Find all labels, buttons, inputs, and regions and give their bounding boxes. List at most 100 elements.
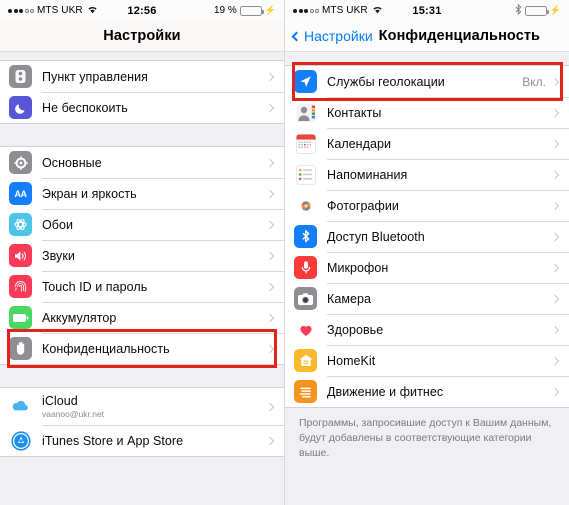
list-group: Пункт управления Не беспокоить [0, 60, 284, 124]
battery-icon: ⚡ [524, 5, 561, 16]
row-text: Аккумулятор [42, 311, 267, 325]
row-label: Движение и фитнес [327, 384, 444, 399]
row-text: Экран и яркость [42, 187, 267, 201]
back-button[interactable]: Настройки [291, 28, 373, 44]
chevron-right-icon [550, 356, 560, 365]
row-text: Календари [327, 137, 552, 151]
motion-fitness-icon [294, 380, 317, 403]
list-item[interactable]: Фотографии [285, 190, 569, 221]
row-text: Микрофон [327, 261, 552, 275]
row-text: Звуки [42, 249, 267, 263]
row-label: Не беспокоить [42, 100, 128, 115]
bluetooth-icon [515, 3, 522, 18]
row-label: iTunes Store и App Store [42, 433, 184, 448]
microphone-icon [294, 256, 317, 279]
list-item[interactable]: Пункт управления [0, 61, 284, 92]
chevron-right-icon [265, 220, 275, 229]
list-item[interactable]: Основные [0, 147, 284, 178]
row-sublabel: vaanoo@ukr.net [42, 409, 105, 419]
row-text: Не беспокоить [42, 101, 267, 115]
chevron-right-icon [550, 325, 560, 334]
list-item[interactable]: Не беспокоить [0, 92, 284, 123]
chevron-right-icon [265, 436, 275, 445]
chevron-right-icon [550, 170, 560, 179]
fingerprint-icon [9, 275, 32, 298]
list-item[interactable]: Доступ Bluetooth [285, 221, 569, 252]
row-value: Вкл. [522, 74, 546, 89]
right-status-right: ⚡ [515, 3, 561, 18]
list-item[interactable]: AA Экран и яркость [0, 178, 284, 209]
list-group-gap [0, 124, 284, 146]
row-text: Напоминания [327, 168, 552, 182]
row-text: Контакты [327, 106, 552, 120]
row-label: Контакты [327, 105, 382, 120]
page-title: Настройки [103, 28, 181, 44]
calendar-icon [294, 132, 317, 155]
list-item[interactable]: Микрофон [285, 252, 569, 283]
row-text: Службы геолокации [327, 75, 522, 89]
row-text: Камера [327, 292, 552, 306]
homekit-house-icon [294, 349, 317, 372]
battery-icon [9, 306, 32, 329]
left-status-bar: MTS UKR 12:56 19 % ⚡ [0, 0, 284, 21]
row-text: Движение и фитнес [327, 385, 552, 399]
row-text: iCloud vaanoo@ukr.net [42, 394, 267, 419]
list-item[interactable]: iCloud vaanoo@ukr.net [0, 388, 284, 425]
chevron-right-icon [265, 344, 275, 353]
row-label: iCloud [42, 394, 78, 408]
settings-list[interactable]: Пункт управления Не беспокоить Основные … [0, 52, 284, 505]
list-item[interactable]: Службы геолокации Вкл. [285, 66, 569, 97]
list-group: Основные AA Экран и яркость Обои Звуки T… [0, 146, 284, 365]
list-item[interactable]: Аккумулятор [0, 302, 284, 333]
chevron-right-icon [265, 251, 275, 260]
privacy-list[interactable]: Службы геолокации Вкл. Контакты Календар… [285, 52, 569, 505]
row-label: Доступ Bluetooth [327, 229, 425, 244]
camera-icon [294, 287, 317, 310]
chevron-right-icon [265, 158, 275, 167]
wifi-icon [372, 5, 383, 17]
chevron-right-icon [265, 313, 275, 322]
row-text: Основные [42, 156, 267, 170]
list-item[interactable]: Обои [0, 209, 284, 240]
row-text: Конфиденциальность [42, 342, 267, 356]
list-item[interactable]: Здоровье [285, 314, 569, 345]
chevron-right-icon [265, 103, 275, 112]
list-item[interactable]: Напоминания [285, 159, 569, 190]
app-store-icon [9, 429, 32, 452]
list-item[interactable]: iTunes Store и App Store [0, 425, 284, 456]
chevron-right-icon [550, 294, 560, 303]
row-text: Обои [42, 218, 267, 232]
list-item[interactable]: Контакты [285, 97, 569, 128]
chevron-right-icon [550, 232, 560, 241]
speaker-icon [9, 244, 32, 267]
row-text: iTunes Store и App Store [42, 434, 267, 448]
right-phone-screen: MTS UKR 15:31 ⚡ Настройки Конфиденциальн… [284, 0, 569, 505]
gear-icon [9, 151, 32, 174]
row-label: Touch ID и пароль [42, 279, 148, 294]
list-item[interactable]: Движение и фитнес [285, 376, 569, 407]
lightning-bolt-icon: ⚡ [264, 5, 276, 15]
row-label: Службы геолокации [327, 74, 445, 89]
row-label: Календари [327, 136, 392, 151]
row-label: Фотографии [327, 198, 399, 213]
list-group-gap [0, 52, 284, 60]
signal-strength-icon [293, 8, 319, 13]
row-text: Доступ Bluetooth [327, 230, 552, 244]
list-group: iCloud vaanoo@ukr.net iTunes Store и App … [0, 387, 284, 457]
list-item[interactable]: Touch ID и пароль [0, 271, 284, 302]
right-status-left: MTS UKR [293, 5, 383, 17]
left-status-right: 19 % ⚡ [214, 5, 276, 16]
row-text: HomeKit [327, 354, 552, 368]
signal-strength-icon [8, 8, 34, 13]
row-label: Экран и яркость [42, 186, 137, 201]
list-item[interactable]: Звуки [0, 240, 284, 271]
list-item[interactable]: Календари [285, 128, 569, 159]
wifi-icon [87, 5, 98, 17]
list-item[interactable]: HomeKit [285, 345, 569, 376]
list-item[interactable]: Камера [285, 283, 569, 314]
list-group: Службы геолокации Вкл. Контакты Календар… [285, 65, 569, 408]
row-label: Напоминания [327, 167, 408, 182]
row-label: Обои [42, 217, 74, 232]
list-item[interactable]: Конфиденциальность [0, 333, 284, 364]
chevron-right-icon [550, 201, 560, 210]
